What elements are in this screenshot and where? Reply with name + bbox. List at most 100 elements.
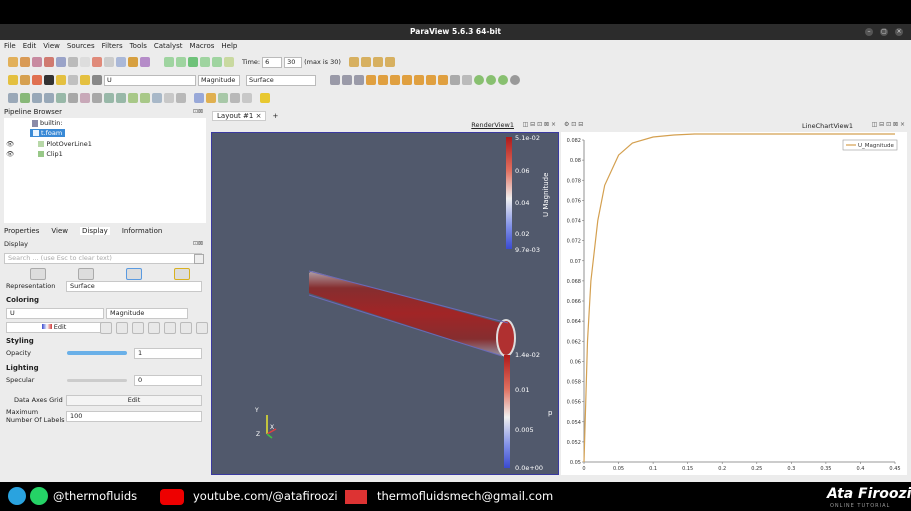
- axes-icon[interactable]: [384, 57, 395, 67]
- rescale-custom-range-icon[interactable]: [132, 322, 144, 334]
- representation-dropdown[interactable]: Surface: [66, 281, 202, 292]
- save-state-icon[interactable]: [20, 57, 30, 67]
- extract-subset-icon[interactable]: [68, 93, 78, 103]
- open-icon[interactable]: [8, 57, 18, 67]
- comparative-icon[interactable]: [372, 57, 383, 67]
- invert-colormap-icon[interactable]: [164, 322, 176, 334]
- transform-icon[interactable]: [176, 93, 186, 103]
- rotate-ccw-icon[interactable]: [450, 75, 460, 85]
- telegram-handle[interactable]: @thermofluids: [53, 489, 137, 503]
- apply-button[interactable]: [126, 268, 142, 280]
- view-yminus-icon[interactable]: [402, 75, 412, 85]
- menu-tools[interactable]: Tools: [130, 42, 147, 52]
- tree-item-plotoverline[interactable]: 👁 PlotOverLine1: [6, 140, 92, 148]
- save-data-icon[interactable]: [44, 57, 54, 67]
- select-points-icon[interactable]: [474, 75, 484, 85]
- undo-icon[interactable]: [92, 57, 102, 67]
- screenshot-icon[interactable]: [56, 57, 66, 67]
- ruler-icon[interactable]: [218, 93, 228, 103]
- maximize-icon[interactable]: ▢: [880, 28, 888, 36]
- menu-macros[interactable]: Macros: [190, 42, 215, 52]
- max-labels-input[interactable]: 100: [66, 411, 202, 422]
- axes-grid-checkbox-label[interactable]: Data Axes Grid: [14, 396, 63, 404]
- chart-split-close-icons[interactable]: ◫ ⊟ ⊡ ⊠ ×: [872, 121, 905, 128]
- rotate-icon[interactable]: [438, 75, 448, 85]
- menu-help[interactable]: Help: [221, 42, 237, 52]
- panel-float-close-icon[interactable]: ⊡⊠: [193, 108, 203, 115]
- new-layout-button[interactable]: +: [272, 112, 278, 120]
- glyph-icon[interactable]: [80, 93, 90, 103]
- render-view[interactable]: 5.1e-02 0.06 0.04 0.02 9.7e-03 U Magnitu…: [211, 132, 559, 475]
- tab-display[interactable]: Display: [80, 227, 110, 235]
- load-state-icon[interactable]: [32, 57, 42, 67]
- extract-level-icon[interactable]: [128, 93, 138, 103]
- hover-points-icon[interactable]: [242, 93, 252, 103]
- plot-over-line-icon[interactable]: [140, 93, 150, 103]
- find-data-icon[interactable]: [206, 93, 216, 103]
- tree-item-foam[interactable]: t.foam: [30, 129, 66, 137]
- connect-icon[interactable]: [68, 57, 78, 67]
- pencil-icon[interactable]: [260, 93, 270, 103]
- color-legend-icon[interactable]: [8, 75, 18, 85]
- next-frame-icon[interactable]: [200, 57, 210, 67]
- macro-icon[interactable]: [140, 57, 150, 67]
- coloring-variable-dropdown[interactable]: U: [6, 308, 104, 319]
- animation-icon[interactable]: [360, 57, 371, 67]
- representation-select[interactable]: Surface: [246, 74, 316, 86]
- zoom-box-icon[interactable]: [354, 75, 364, 85]
- menu-sources[interactable]: Sources: [67, 42, 95, 52]
- edit-colormap-icon[interactable]: [20, 75, 30, 85]
- chart-options-icons[interactable]: ⚙ ⊡ ⊟: [564, 121, 583, 128]
- warp-icon[interactable]: [104, 93, 114, 103]
- variable-select[interactable]: U: [104, 74, 196, 86]
- specular-slider[interactable]: [67, 379, 127, 382]
- tree-item-builtin[interactable]: builtin:: [32, 119, 63, 127]
- rescale-temporal-icon[interactable]: [148, 322, 160, 334]
- select-block-icon[interactable]: [486, 75, 496, 85]
- properties-search-input[interactable]: Search ... (use Esc to clear text): [4, 253, 202, 264]
- eye-icon[interactable]: 👁: [6, 140, 14, 148]
- slice-icon[interactable]: [44, 93, 54, 103]
- time-inspector-icon[interactable]: [348, 57, 359, 67]
- menu-catalyst[interactable]: Catalyst: [154, 42, 183, 52]
- rescale-time-icon[interactable]: [56, 75, 66, 85]
- edit-scalar-bar-icon[interactable]: [196, 322, 208, 334]
- disconnect-icon[interactable]: [80, 57, 90, 67]
- menu-file[interactable]: File: [4, 42, 16, 52]
- play-icon[interactable]: [188, 57, 198, 67]
- menu-filters[interactable]: Filters: [102, 42, 123, 52]
- spreadsheet-icon[interactable]: [230, 93, 240, 103]
- coloring-component-dropdown[interactable]: Magnitude: [106, 308, 188, 319]
- zoom-to-data-icon[interactable]: [342, 75, 352, 85]
- time-input[interactable]: 6: [262, 56, 283, 68]
- rescale-icon[interactable]: [32, 75, 42, 85]
- minimize-icon[interactable]: –: [865, 28, 873, 36]
- tab-view[interactable]: View: [51, 227, 68, 235]
- calculator-icon[interactable]: [8, 93, 18, 103]
- display-float-close-icon[interactable]: ⊡⊠: [193, 240, 203, 247]
- stream-tracer-icon[interactable]: [92, 93, 102, 103]
- reset-button[interactable]: [30, 268, 46, 280]
- close-icon[interactable]: ×: [895, 28, 903, 36]
- view-zminus-icon[interactable]: [426, 75, 436, 85]
- clip-icon[interactable]: [32, 93, 42, 103]
- view-split-close-icons[interactable]: ◫ ⊟ ⊡ ⊠ ×: [523, 121, 556, 128]
- eye-icon[interactable]: 👁: [6, 150, 14, 158]
- redo-icon[interactable]: [104, 57, 114, 67]
- prev-frame-icon[interactable]: [176, 57, 186, 67]
- interactive-select-icon[interactable]: [498, 75, 508, 85]
- axes-grid-edit-button[interactable]: Edit: [66, 395, 202, 406]
- email-address[interactable]: thermofluidsmech@gmail.com: [377, 489, 553, 503]
- group-icon[interactable]: [116, 93, 126, 103]
- youtube-link[interactable]: youtube.com/@atafiroozi: [193, 489, 338, 503]
- line-chart-view[interactable]: 0.082 0.08 0.078 0.076 0.074 0.072 0.07 0.068 0.…: [561, 132, 907, 475]
- probe-icon[interactable]: [152, 93, 162, 103]
- advanced-toggle-icon[interactable]: [194, 254, 204, 264]
- rescale-visible-icon[interactable]: [68, 75, 78, 85]
- view-zplus-icon[interactable]: [414, 75, 424, 85]
- frame-spinbox[interactable]: 30: [284, 56, 303, 68]
- rescale-range-icon[interactable]: [116, 322, 128, 334]
- query-icon[interactable]: [194, 93, 204, 103]
- first-frame-icon[interactable]: [164, 57, 174, 67]
- reset-camera-icon[interactable]: [330, 75, 340, 85]
